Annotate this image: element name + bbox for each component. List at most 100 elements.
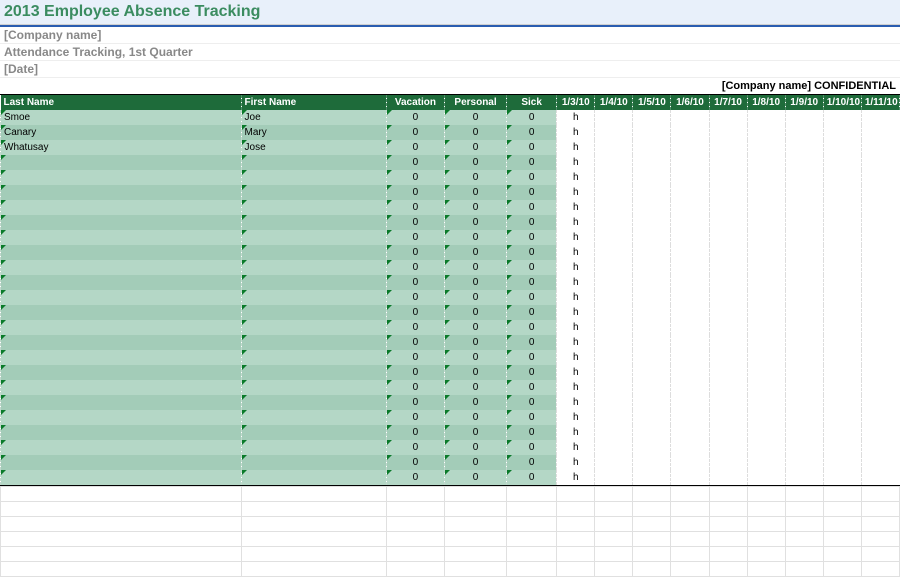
blank-cell[interactable] — [671, 561, 709, 576]
cell-date[interactable] — [633, 410, 671, 425]
blank-cell[interactable] — [1, 516, 242, 531]
cell-sick[interactable]: 0 — [507, 425, 557, 440]
cell-first[interactable]: Joe — [241, 110, 386, 125]
table-row[interactable]: 000h — [1, 215, 900, 230]
table-row[interactable]: 000h — [1, 200, 900, 215]
cell-date[interactable] — [747, 170, 785, 185]
cell-vacation[interactable]: 0 — [386, 440, 444, 455]
cell-sick[interactable]: 0 — [507, 395, 557, 410]
cell-date[interactable] — [595, 290, 633, 305]
cell-date[interactable] — [633, 470, 671, 485]
cell-last[interactable] — [1, 425, 242, 440]
cell-sick[interactable]: 0 — [507, 335, 557, 350]
blank-cell[interactable] — [861, 501, 899, 516]
cell-date[interactable] — [671, 275, 709, 290]
blank-cell[interactable] — [241, 501, 386, 516]
cell-date[interactable] — [633, 440, 671, 455]
header-date[interactable]: 1/10/10 — [823, 95, 861, 110]
cell-date[interactable] — [709, 125, 747, 140]
cell-date[interactable] — [747, 305, 785, 320]
cell-date[interactable] — [633, 320, 671, 335]
cell-personal[interactable]: 0 — [444, 335, 506, 350]
cell-date[interactable] — [823, 170, 861, 185]
cell-last[interactable]: Whatusay — [1, 140, 242, 155]
cell-date[interactable] — [709, 200, 747, 215]
cell-first[interactable]: Jose — [241, 140, 386, 155]
table-row[interactable]: 000h — [1, 305, 900, 320]
cell-date[interactable] — [861, 350, 899, 365]
blank-cell[interactable] — [671, 531, 709, 546]
cell-first[interactable] — [241, 260, 386, 275]
cell-date[interactable] — [671, 320, 709, 335]
cell-date[interactable] — [823, 125, 861, 140]
cell-date[interactable] — [823, 320, 861, 335]
blank-cell[interactable] — [507, 531, 557, 546]
cell-date[interactable] — [671, 395, 709, 410]
cell-date[interactable] — [709, 170, 747, 185]
cell-date[interactable] — [709, 230, 747, 245]
cell-date[interactable] — [595, 155, 633, 170]
cell-date[interactable] — [671, 185, 709, 200]
blank-cell[interactable] — [241, 516, 386, 531]
cell-date[interactable]: h — [557, 275, 595, 290]
blank-cell[interactable] — [1, 531, 242, 546]
blank-cell[interactable] — [595, 486, 633, 501]
blank-cell[interactable] — [633, 546, 671, 561]
cell-date[interactable] — [785, 140, 823, 155]
cell-date[interactable] — [595, 170, 633, 185]
cell-date[interactable] — [785, 410, 823, 425]
table-row[interactable]: 000h — [1, 365, 900, 380]
cell-personal[interactable]: 0 — [444, 185, 506, 200]
cell-date[interactable] — [595, 245, 633, 260]
cell-date[interactable]: h — [557, 440, 595, 455]
cell-date[interactable] — [861, 140, 899, 155]
cell-date[interactable] — [823, 140, 861, 155]
cell-date[interactable] — [785, 245, 823, 260]
cell-date[interactable] — [785, 185, 823, 200]
cell-date[interactable] — [747, 110, 785, 125]
header-date[interactable]: 1/9/10 — [785, 95, 823, 110]
cell-date[interactable] — [747, 155, 785, 170]
header-date[interactable]: 1/3/10 — [557, 95, 595, 110]
cell-date[interactable] — [633, 125, 671, 140]
cell-date[interactable] — [785, 320, 823, 335]
header-date[interactable]: 1/7/10 — [709, 95, 747, 110]
cell-date[interactable]: h — [557, 200, 595, 215]
cell-date[interactable] — [671, 125, 709, 140]
cell-vacation[interactable]: 0 — [386, 275, 444, 290]
blank-cell[interactable] — [785, 531, 823, 546]
cell-first[interactable] — [241, 245, 386, 260]
cell-date[interactable] — [785, 110, 823, 125]
blank-cell[interactable] — [671, 516, 709, 531]
blank-cell[interactable] — [386, 546, 444, 561]
blank-cell[interactable] — [633, 501, 671, 516]
cell-date[interactable] — [747, 245, 785, 260]
cell-date[interactable] — [823, 350, 861, 365]
blank-cell[interactable] — [444, 561, 506, 576]
blank-cell[interactable] — [709, 501, 747, 516]
cell-sick[interactable]: 0 — [507, 185, 557, 200]
table-row[interactable]: 000h — [1, 395, 900, 410]
cell-personal[interactable]: 0 — [444, 215, 506, 230]
cell-date[interactable]: h — [557, 365, 595, 380]
cell-date[interactable] — [709, 260, 747, 275]
cell-sick[interactable]: 0 — [507, 110, 557, 125]
cell-date[interactable]: h — [557, 245, 595, 260]
cell-personal[interactable]: 0 — [444, 365, 506, 380]
cell-date[interactable]: h — [557, 320, 595, 335]
cell-date[interactable] — [785, 470, 823, 485]
cell-personal[interactable]: 0 — [444, 140, 506, 155]
cell-date[interactable] — [671, 380, 709, 395]
cell-date[interactable] — [595, 380, 633, 395]
cell-date[interactable] — [823, 440, 861, 455]
blank-cell[interactable] — [709, 486, 747, 501]
cell-date[interactable]: h — [557, 305, 595, 320]
cell-date[interactable]: h — [557, 110, 595, 125]
cell-date[interactable] — [861, 290, 899, 305]
cell-personal[interactable]: 0 — [444, 290, 506, 305]
blank-cell[interactable] — [785, 546, 823, 561]
cell-sick[interactable]: 0 — [507, 260, 557, 275]
cell-vacation[interactable]: 0 — [386, 215, 444, 230]
cell-date[interactable] — [861, 455, 899, 470]
blank-cell[interactable] — [507, 501, 557, 516]
